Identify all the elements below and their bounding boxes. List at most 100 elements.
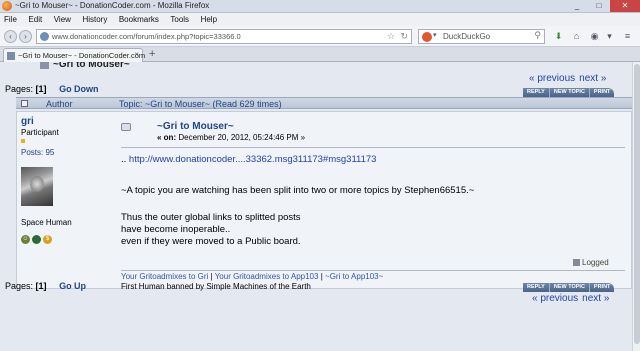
topic-title-cut: ~Gri to Mouser~: [40, 62, 130, 70]
author-header: Author: [46, 99, 73, 109]
sig-link-1[interactable]: Your Gritoadmixes to Gri: [121, 272, 208, 281]
menu-edit[interactable]: Edit: [28, 13, 42, 26]
previous-link[interactable]: « previous: [529, 73, 575, 84]
scrollbar-thumb[interactable]: [634, 64, 640, 344]
poster-icons: ☺ $: [21, 235, 111, 244]
reply-button[interactable]: REPLY: [523, 88, 550, 97]
search-icon[interactable]: ⚲: [534, 30, 541, 41]
personal-text: Space Human: [21, 218, 72, 227]
logged-status: Logged: [573, 258, 609, 267]
post-body: .. http://www.donationcoder....33362.msg…: [121, 154, 621, 248]
forward-button[interactable]: ›: [19, 30, 32, 43]
signature-separator: [121, 270, 625, 271]
close-tab-icon[interactable]: ×: [134, 50, 139, 59]
firefox-logo-icon: [2, 1, 12, 11]
poster-role: Participant: [21, 128, 59, 137]
donation-icon[interactable]: $: [43, 235, 52, 244]
minimize-button[interactable]: _: [566, 0, 588, 12]
topic-icon: [40, 62, 49, 69]
menu-file[interactable]: File: [4, 13, 17, 26]
pages-line-bottom: Pages: [1] Go Up: [5, 281, 86, 291]
sig-line-2: First Human banned by Simple Machines of…: [121, 282, 311, 291]
back-button[interactable]: ‹: [4, 30, 17, 43]
post-separator: [121, 147, 625, 148]
menu-help[interactable]: Help: [201, 13, 217, 26]
pages-line-top: Pages: [1] Go Down: [5, 84, 99, 94]
profile-icon[interactable]: ☺: [21, 235, 30, 244]
search-placeholder: DuckDuckGo: [443, 32, 491, 41]
menu-icon[interactable]: ≡: [622, 31, 633, 42]
tab-active[interactable]: ~Gri to Mouser~ - DonationCoder.com ×: [3, 48, 146, 62]
vertical-scrollbar[interactable]: [632, 62, 640, 351]
post-line-4: even if they were moved to a Public boar…: [121, 236, 301, 247]
close-window-button[interactable]: ✕: [610, 0, 640, 12]
rank-star-icon: [21, 139, 25, 143]
post-date: « on: December 20, 2012, 05:24:46 PM »: [157, 133, 306, 142]
post-line-3: have become inoperable..: [121, 224, 231, 235]
post-link[interactable]: http://www.donationcoder....33362.msg311…: [129, 154, 377, 165]
post-subject[interactable]: ~Gri to Mouser~: [157, 121, 234, 132]
new-tab-button[interactable]: +: [149, 48, 155, 60]
tab-label: ~Gri to Mouser~ - DonationCoder.com: [18, 51, 146, 60]
bookmark-star-icon[interactable]: ☆: [387, 31, 395, 42]
menu-bar: File Edit View History Bookmarks Tools H…: [0, 13, 640, 26]
reload-icon[interactable]: ↻: [400, 31, 408, 42]
prev-next-bottom: « previous next »: [528, 293, 609, 304]
previous-link-bottom[interactable]: « previous: [532, 293, 578, 304]
poster-name[interactable]: gri: [21, 116, 111, 127]
sig-link-3[interactable]: ~Gri to App103~: [325, 272, 383, 281]
print-button[interactable]: PRINT: [590, 88, 615, 97]
reply-button-bottom[interactable]: REPLY: [523, 283, 550, 292]
search-bar[interactable]: ▾ DuckDuckGo ⚲: [418, 29, 545, 44]
signature: Your Gritoadmixes to Gri | Your Gritoadm…: [121, 272, 384, 291]
favicon-icon: [7, 52, 15, 60]
topic-header-icon: [21, 100, 28, 107]
post: gri Participant Posts: 95 Space Human ☺ …: [16, 111, 632, 291]
tab-bar: ~Gri to Mouser~ - DonationCoder.com × +: [0, 47, 640, 62]
title-bar: ~Gri to Mouser~ - DonationCoder.com - Mo…: [0, 0, 640, 13]
topic-header: Author Topic: ~Gri to Mouser~ (Read 629 …: [16, 97, 632, 109]
post-line-2: Thus the outer global links to splitted …: [121, 212, 301, 223]
button-strip-bottom: REPLY NEW TOPIC PRINT: [523, 283, 615, 292]
addon-icon[interactable]: ◉: [589, 31, 600, 42]
download-icon[interactable]: ⬇: [553, 31, 564, 42]
link-prefix: ..: [121, 154, 127, 165]
new-topic-button-bottom[interactable]: NEW TOPIC: [550, 283, 590, 292]
poster-posts: Posts: 95: [21, 148, 55, 157]
home-icon[interactable]: ⌂: [571, 31, 582, 42]
prev-next-top: « previous next »: [525, 73, 606, 84]
addon-dropdown-icon[interactable]: ▾: [604, 31, 615, 42]
menu-view[interactable]: View: [54, 13, 71, 26]
url-bar[interactable]: www.donationcoder.com/forum/index.php?to…: [36, 29, 412, 44]
button-strip-top: REPLY NEW TOPIC PRINT: [523, 88, 615, 97]
navigation-bar: ‹ › www.donationcoder.com/forum/index.ph…: [0, 26, 640, 47]
post-line-1: ~A topic you are watching has been split…: [121, 185, 475, 196]
go-down-link[interactable]: Go Down: [59, 84, 99, 94]
menu-tools[interactable]: Tools: [170, 13, 189, 26]
current-page-bottom: [1]: [35, 281, 47, 291]
window-title: ~Gri to Mouser~ - DonationCoder.com - Mo…: [15, 1, 210, 10]
window-controls: _ □ ✕: [566, 0, 640, 13]
poster-info: gri Participant Posts: 95 Space Human ☺ …: [21, 116, 111, 244]
menu-bookmarks[interactable]: Bookmarks: [119, 13, 159, 26]
new-topic-button[interactable]: NEW TOPIC: [550, 88, 590, 97]
print-button-bottom[interactable]: PRINT: [590, 283, 615, 292]
website-globe-icon[interactable]: [32, 235, 41, 244]
message-icon: [121, 123, 131, 131]
search-engine-dropdown-icon[interactable]: ▾: [433, 31, 437, 39]
ip-icon: [573, 259, 580, 267]
globe-icon: [40, 32, 49, 41]
menu-history[interactable]: History: [82, 13, 107, 26]
page-content: ~Gri to Mouser~ « previous next » Pages: …: [0, 62, 632, 351]
duckduckgo-icon: [422, 32, 432, 42]
go-up-link[interactable]: Go Up: [59, 281, 86, 291]
pages-label-bottom: Pages:: [5, 281, 34, 291]
current-page: [1]: [35, 84, 47, 94]
next-link-bottom[interactable]: next »: [582, 293, 609, 304]
pages-label: Pages:: [5, 84, 34, 94]
next-link[interactable]: next »: [579, 73, 606, 84]
url-text[interactable]: www.donationcoder.com/forum/index.php?to…: [52, 32, 241, 41]
topic-header-title: Topic: ~Gri to Mouser~ (Read 629 times): [119, 99, 282, 109]
maximize-button[interactable]: □: [588, 0, 610, 12]
sig-link-2[interactable]: Your Gritoadmixes to App103: [215, 272, 319, 281]
